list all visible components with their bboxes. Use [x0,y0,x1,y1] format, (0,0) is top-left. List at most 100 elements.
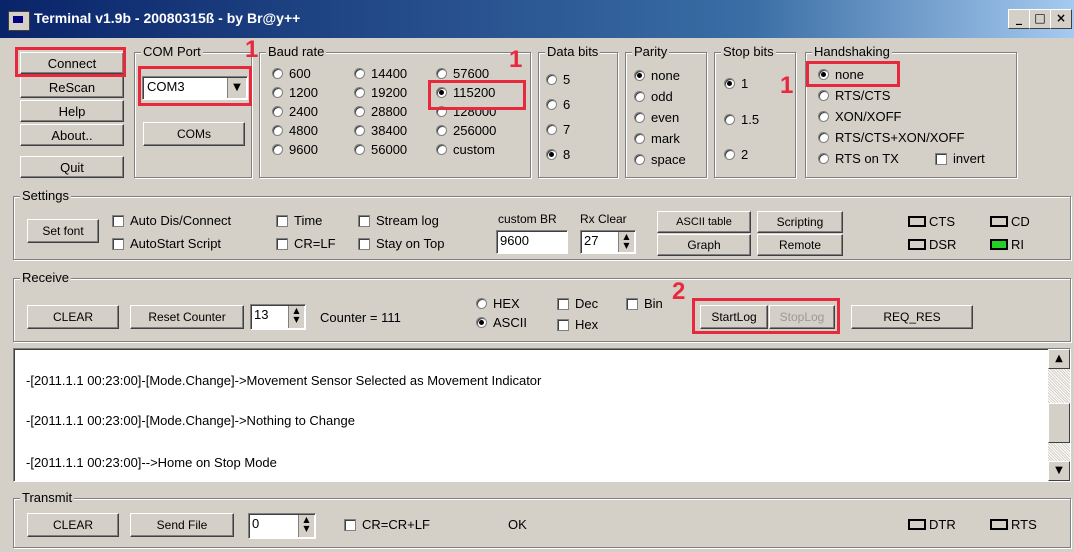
checkbox-label: Bin [644,296,663,311]
maximize-button[interactable]: □ [1029,9,1051,29]
reset-counter-button[interactable]: Reset Counter [130,305,244,329]
stop-bits-label: Stop bits [721,44,776,59]
rts-indicator[interactable]: RTS [990,517,1037,532]
cr-lf-checkbox[interactable]: CR=LF [276,236,336,251]
connect-button[interactable]: Connect [20,52,124,74]
stream-log-checkbox[interactable]: Stream log [358,213,439,228]
baud-custom[interactable]: custom [436,142,495,157]
baud-256000[interactable]: 256000 [436,123,496,138]
baud-19200[interactable]: 19200 [354,85,407,100]
baud-9600[interactable]: 9600 [272,142,318,157]
parity-mark[interactable]: mark [634,131,680,146]
dec-checkbox[interactable]: Dec [557,296,598,311]
rx-clear-spinner[interactable]: 27 ▲ ▼ [580,230,636,254]
handshaking-rts-cts[interactable]: RTS/CTS [818,88,890,103]
baud-56000[interactable]: 56000 [354,142,407,157]
scroll-down-icon[interactable]: ▼ [1048,461,1070,481]
baud-600[interactable]: 600 [272,66,311,81]
time-checkbox[interactable]: Time [276,213,322,228]
checkbox-label: Dec [575,296,599,311]
chevron-down-icon[interactable]: ▼ [227,78,246,98]
auto-dis-connect-checkbox[interactable]: Auto Dis/Connect [112,213,231,228]
radio-label: RTS/CTS [835,88,891,103]
baud-1200[interactable]: 1200 [272,85,318,100]
data-bits-7[interactable]: 7 [546,122,570,137]
stop-bits-2[interactable]: 2 [724,147,748,162]
data-bits-6[interactable]: 6 [546,97,570,112]
receive-clear-button[interactable]: CLEAR [27,305,119,329]
ascii-table-button[interactable]: ASCII table [657,211,751,233]
radio-label: 5 [563,72,571,87]
graph-button[interactable]: Graph [657,234,751,256]
com-port-select[interactable]: COM3 ▼ [142,76,248,100]
handshaking-rts-on-tx[interactable]: RTS on TX [818,151,899,166]
transmit-clear-button[interactable]: CLEAR [27,513,119,537]
baud-57600[interactable]: 57600 [436,66,489,81]
req-res-button[interactable]: REQ_RES [851,305,973,329]
checkbox-label: Auto Dis/Connect [130,213,232,228]
transmit-spinner[interactable]: 0 ▲ ▼ [248,513,316,539]
baud-14400[interactable]: 14400 [354,66,407,81]
bin-checkbox[interactable]: Bin [626,296,663,311]
spin-arrows-icon[interactable]: ▲ ▼ [288,306,304,328]
parity-even[interactable]: even [634,110,679,125]
parity-space[interactable]: space [634,152,686,167]
hex-checkbox[interactable]: Hex [557,317,598,332]
parity-label: Parity [632,44,670,59]
baud-2400[interactable]: 2400 [272,104,318,119]
baud-28800[interactable]: 28800 [354,104,407,119]
autostart-script-checkbox[interactable]: AutoStart Script [112,236,221,251]
handshaking-none[interactable]: none [818,67,864,82]
baud-4800[interactable]: 4800 [272,123,318,138]
radio-icon [634,112,645,123]
radio-icon [272,144,283,155]
coms-button[interactable]: COMs [143,122,245,146]
handshaking-xon-xoff[interactable]: XON/XOFF [818,109,901,124]
about-button[interactable]: About.. [20,124,124,146]
dtr-indicator[interactable]: DTR [908,517,956,532]
rescan-button[interactable]: ReScan [20,76,124,98]
stop-bits-1-5[interactable]: 1.5 [724,112,759,127]
receive-terminal[interactable]: -[2011.1.1 00:23:00]-[Mode.Change]->Move… [13,348,1071,482]
vertical-scrollbar[interactable]: ▲ ▼ [1048,349,1070,481]
receive-ascii-radio[interactable]: ASCII [476,315,527,330]
baud-38400[interactable]: 38400 [354,123,407,138]
counter-spinner[interactable]: 13 ▲ ▼ [250,304,306,330]
receive-hex-radio[interactable]: HEX [476,296,520,311]
radio-icon [546,74,557,85]
help-button[interactable]: Help [20,100,124,122]
stop-log-button[interactable]: StopLog [769,305,835,329]
invert-checkbox[interactable]: invert [935,151,985,166]
baud-128000[interactable]: 128000 [436,104,496,119]
spin-arrows-icon[interactable]: ▲ ▼ [298,515,314,537]
scroll-up-icon[interactable]: ▲ [1048,349,1070,369]
radio-icon [354,87,365,98]
start-log-button[interactable]: StartLog [700,305,768,329]
minimize-button[interactable]: _ [1008,9,1030,29]
spin-arrows-icon[interactable]: ▲ ▼ [618,232,634,252]
led-label: CTS [929,214,955,229]
custom-br-input[interactable]: 9600 [496,230,568,254]
baud-115200[interactable]: 115200 [436,85,495,100]
remote-button[interactable]: Remote [757,234,843,256]
scroll-thumb[interactable] [1048,403,1070,443]
cr-cr-lf-checkbox[interactable]: CR=CR+LF [344,517,430,532]
handshaking-rts-cts-xon-xoff[interactable]: RTS/CTS+XON/XOFF [818,130,964,145]
scripting-button[interactable]: Scripting [757,211,843,233]
parity-none[interactable]: none [634,68,680,83]
stay-on-top-checkbox[interactable]: Stay on Top [358,236,444,251]
stop-bits-1[interactable]: 1 [724,76,748,91]
send-file-button[interactable]: Send File [130,513,234,537]
radio-label: XON/XOFF [835,109,902,124]
data-bits-5[interactable]: 5 [546,72,570,87]
data-bits-8[interactable]: 8 [546,147,570,162]
checkbox-label: Stay on Top [376,236,445,251]
checkbox-icon [112,237,124,250]
quit-button[interactable]: Quit [20,156,124,178]
set-font-button[interactable]: Set font [27,219,99,243]
parity-odd[interactable]: odd [634,89,673,104]
checkbox-icon [557,297,569,310]
checkbox-icon [276,214,288,227]
close-button[interactable]: × [1050,9,1072,29]
checkbox-icon [276,237,288,250]
